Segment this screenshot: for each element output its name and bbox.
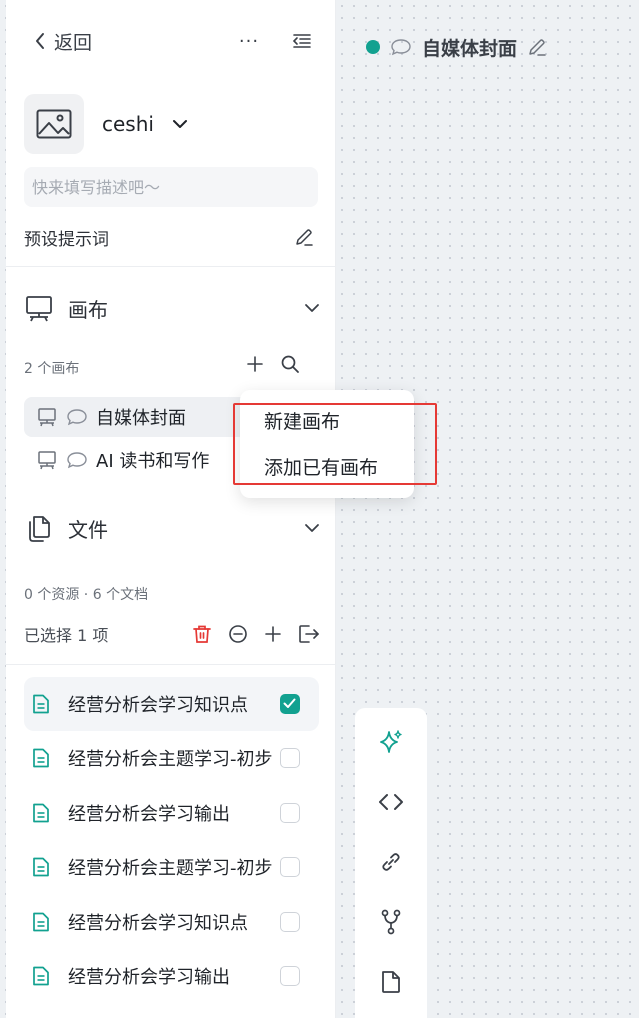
collapse-sidebar-button[interactable]: [288, 28, 316, 54]
file-name: 经营分析会主题学习-初步: [68, 858, 273, 879]
delete-icon[interactable]: [192, 624, 212, 644]
file-checkbox[interactable]: [280, 857, 300, 877]
file-checkbox[interactable]: [280, 694, 300, 714]
description-input[interactable]: [24, 167, 318, 207]
add-file-button[interactable]: [264, 625, 282, 643]
selected-count: 已选择 1 项: [24, 626, 109, 645]
file-item[interactable]: 经营分析会学习知识点: [24, 895, 319, 949]
code-icon[interactable]: [375, 786, 407, 818]
preset-prompt-row[interactable]: 预设提示词: [24, 222, 314, 252]
file-item[interactable]: 经营分析会主题学习-初步: [24, 840, 319, 894]
file-name: 经营分析会学习输出: [68, 804, 230, 825]
document-icon: [33, 748, 49, 768]
add-canvas-dropdown: 新建画布 添加已有画布: [240, 390, 414, 498]
more-button[interactable]: ···: [234, 28, 264, 54]
status-dot: [366, 40, 380, 54]
project-selector[interactable]: ceshi: [24, 94, 188, 154]
vertical-toolbar: [355, 708, 427, 1018]
back-button[interactable]: 返回: [34, 26, 92, 56]
project-name: ceshi: [102, 112, 154, 136]
canvas-title: 自媒体封面: [422, 37, 518, 60]
canvas-count: 2 个画布: [24, 361, 80, 377]
file-item[interactable]: 经营分析会学习知识点: [24, 677, 319, 731]
file-checkbox[interactable]: [280, 912, 300, 932]
divider: [6, 664, 336, 665]
project-thumbnail: [24, 94, 84, 154]
sidebar: 返回 ··· ceshi 预设提示词 画布: [6, 0, 336, 1018]
file-tools: 已选择 1 项: [24, 619, 320, 649]
search-icon[interactable]: [280, 354, 300, 374]
back-label: 返回: [54, 31, 93, 54]
edit-icon[interactable]: [294, 227, 314, 247]
file-item[interactable]: 经营分析会学习输出: [24, 949, 319, 1003]
easel-icon: [36, 449, 58, 471]
chevron-down-icon: [172, 119, 188, 129]
preset-prompt-label: 预设提示词: [24, 229, 109, 250]
easel-icon: [24, 293, 54, 323]
collapse-sidebar-icon: [292, 33, 312, 49]
document-icon: [33, 912, 49, 932]
file-item[interactable]: 经营分析会学习输出: [24, 786, 319, 840]
files-section-header[interactable]: 文件: [24, 510, 320, 546]
file-checkbox[interactable]: [280, 748, 300, 768]
file-checkbox[interactable]: [280, 803, 300, 823]
chevron-down-icon: [304, 523, 320, 533]
canvas-title-bar: 自媒体封面: [366, 32, 547, 62]
document-icon: [33, 966, 49, 986]
document-icon: [33, 694, 49, 714]
canvas-item-label: 自媒体封面: [96, 408, 186, 429]
document-icon: [33, 803, 49, 823]
file-checkbox[interactable]: [280, 966, 300, 986]
chevron-left-icon: [34, 32, 46, 50]
divider: [6, 266, 336, 267]
export-icon[interactable]: [298, 624, 320, 644]
menu-item-new-canvas[interactable]: 新建画布: [240, 404, 414, 450]
canvas-item-label: AI 读书和写作: [96, 451, 210, 472]
files-section-title: 文件: [68, 517, 108, 542]
chevron-down-icon: [304, 303, 320, 313]
chat-bubble-icon: [66, 408, 88, 426]
easel-icon: [36, 406, 58, 428]
file-name: 经营分析会学习知识点: [68, 695, 248, 716]
file-name: 经营分析会主题学习-初步: [68, 749, 273, 770]
sparkle-icon[interactable]: [375, 726, 407, 758]
remove-icon[interactable]: [228, 624, 248, 644]
chat-bubble-icon: [390, 38, 412, 56]
canvas-section-header[interactable]: 画布: [24, 290, 320, 326]
add-canvas-button[interactable]: [246, 355, 264, 373]
link-icon[interactable]: [375, 846, 407, 878]
files-count: 0 个资源 · 6 个文档: [24, 587, 149, 603]
branch-icon[interactable]: [375, 906, 407, 938]
document-icon[interactable]: [375, 966, 407, 998]
image-icon: [36, 109, 72, 139]
document-icon: [33, 857, 49, 877]
file-name: 经营分析会学习知识点: [68, 913, 248, 934]
canvas-tools: [246, 354, 300, 374]
file-item[interactable]: 经营分析会主题学习-初步: [24, 731, 319, 785]
files-icon: [24, 513, 54, 543]
edit-icon[interactable]: [527, 37, 547, 57]
file-name: 经营分析会学习输出: [68, 967, 230, 988]
menu-item-add-existing-canvas[interactable]: 添加已有画布: [240, 450, 414, 496]
more-icon: ···: [238, 30, 260, 52]
canvas-section-title: 画布: [68, 297, 108, 322]
chat-bubble-icon: [66, 451, 88, 469]
